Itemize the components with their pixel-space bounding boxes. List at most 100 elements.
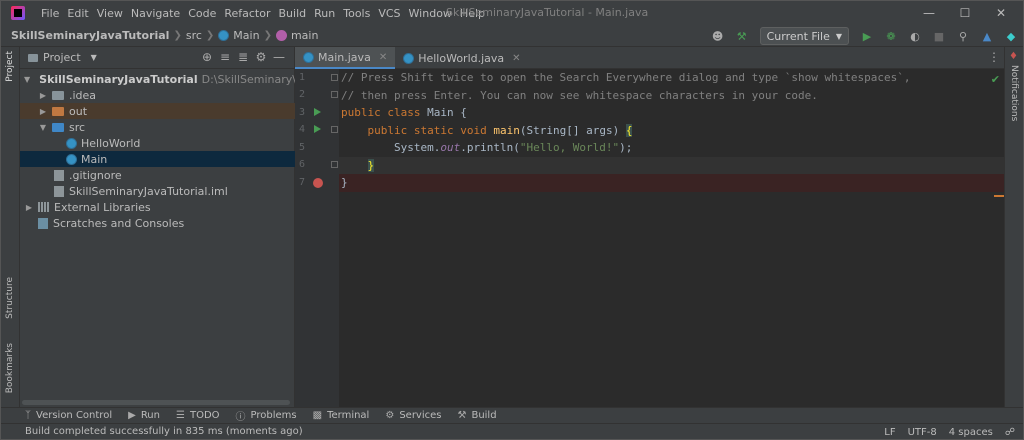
left-tool-stripe: Project Structure Bookmarks [1,47,20,407]
run-icon: ▶ [128,410,136,421]
project-tool-button[interactable]: Project [5,51,15,82]
close-icon[interactable]: ✕ [379,52,387,63]
code-token: System. [393,141,441,154]
static-field: out [440,141,461,154]
tree-item-root[interactable]: ▼ SkillSeminaryJavaTutorial D:\SkillSemi… [20,71,295,87]
breadcrumb-class[interactable]: Main [233,29,259,42]
breadcrumb-method[interactable]: main [291,29,318,42]
menu-vcs[interactable]: VCS [374,7,404,20]
matched-brace: } [367,158,375,172]
search-icon[interactable]: ⚲ [953,26,973,46]
version-control-tool-button[interactable]: ᛉ Version Control [25,410,112,421]
scratches-icon [38,217,48,229]
menu-view[interactable]: View [93,7,127,20]
run-configuration-select[interactable]: Current File ▼ [759,27,849,45]
status-message[interactable]: Build completed successfully in 835 ms (… [1,426,303,437]
fold-icon[interactable] [331,74,338,81]
tree-item-gitignore[interactable]: .gitignore [20,167,295,183]
menu-navigate[interactable]: Navigate [127,7,184,20]
problems-tool-button[interactable]: ⓘ Problems [236,408,297,423]
gear-icon[interactable]: ⚙ [252,50,270,64]
tree-item-iml[interactable]: SkillSeminaryJavaTutorial.iml [20,183,295,199]
comment-text: // Press Shift twice to open the Search … [341,71,911,84]
more-icon[interactable]: ⋮ [988,50,1000,64]
tree-item-src[interactable]: ▼ src [20,119,295,135]
structure-tool-button[interactable]: Structure [5,277,15,319]
window-title: SkillSeminaryJavaTutorial - Main.java [446,6,649,19]
tab-label: HelloWorld.java [418,51,505,65]
title-bar: File Edit View Navigate Code Refactor Bu… [1,1,1023,25]
tree-item-helloworld[interactable]: HelloWorld [20,135,295,151]
expand-all-icon[interactable]: ≡ [216,50,234,64]
menu-run[interactable]: Run [310,7,339,20]
code-token: ); [619,141,633,154]
services-tool-button[interactable]: ⚙ Services [385,410,441,421]
build-hammer-icon[interactable]: ⚒ [732,26,752,46]
inspection-ok-icon[interactable]: ✔ [991,73,1000,86]
line-separator-widget[interactable]: LF [884,427,895,438]
close-icon[interactable]: ✕ [512,53,520,64]
indent-widget[interactable]: 4 spaces [949,427,993,438]
tree-item-external-libraries[interactable]: ▶ External Libraries [20,199,295,215]
terminal-tool-button[interactable]: ▩ Terminal [313,410,370,421]
breadcrumb-project[interactable]: SkillSeminaryJavaTutorial [11,29,169,42]
notifications-tool-button[interactable]: Notifications [1009,65,1019,121]
stop-icon[interactable]: ■ [929,26,949,46]
horizontal-scrollbar[interactable] [20,399,295,407]
code-text-area[interactable]: // Press Shift twice to open the Search … [339,69,1006,407]
toolbox-icon[interactable]: ◆ [1001,26,1021,46]
class-icon [66,137,77,149]
run-gutter-icon[interactable] [314,108,321,116]
update-icon[interactable]: ▲ [977,26,997,46]
menu-file[interactable]: File [37,7,63,20]
tab-main-java[interactable]: Main.java ✕ [295,47,396,69]
run-icon[interactable]: ▶ [857,26,877,46]
user-icon[interactable]: ☻ [708,26,728,46]
tree-item-scratches[interactable]: Scratches and Consoles [20,215,295,231]
fold-icon[interactable] [331,91,338,98]
lock-icon[interactable]: ☍ [1005,427,1015,438]
menu-refactor[interactable]: Refactor [220,7,274,20]
run-config-label: Current File [766,29,830,43]
coverage-icon[interactable]: ◐ [905,26,925,46]
tab-helloworld-java[interactable]: HelloWorld.java ✕ [395,47,528,69]
class-name: Main { [427,106,467,119]
menu-edit[interactable]: Edit [63,7,92,20]
breadcrumb-src[interactable]: src [186,29,202,42]
bookmarks-tool-button[interactable]: Bookmarks [5,343,15,393]
close-window-button[interactable]: ✕ [983,1,1019,25]
tree-item-idea[interactable]: ▶ .idea [20,87,295,103]
chevron-right-icon: ▶ [25,202,33,212]
chevron-down-icon[interactable]: ▼ [91,53,97,62]
run-tool-button[interactable]: ▶ Run [128,410,160,421]
bell-icon[interactable]: ♦ [1009,51,1018,62]
code-line-3: public class Main { [339,104,1006,122]
encoding-widget[interactable]: UTF-8 [908,427,937,438]
locate-icon[interactable]: ⊕ [198,50,216,64]
tree-item-out[interactable]: ▶ out [20,103,295,119]
project-panel-title[interactable]: Project [43,51,81,64]
breakpoint-icon[interactable] [313,178,323,188]
menu-build[interactable]: Build [275,7,311,20]
fold-icon[interactable] [331,126,338,133]
intellij-logo-icon [11,6,25,20]
tree-label: External Libraries [54,200,151,214]
editor-gutter[interactable]: 1 2 3 4 5 6 7 [295,69,339,407]
minimize-button[interactable]: — [911,1,947,25]
fold-icon[interactable] [331,161,338,168]
line-number: 3 [299,107,306,118]
tree-item-main[interactable]: Main [20,151,295,167]
run-gutter-icon[interactable] [314,125,321,133]
menu-tools[interactable]: Tools [339,7,374,20]
todo-tool-button[interactable]: ☰ TODO [176,410,220,421]
project-panel-header: Project ▼ ⊕ ≡ ≣ ⚙ — [20,47,294,69]
collapse-all-icon[interactable]: ≣ [234,50,252,64]
build-tool-button[interactable]: ⚒ Build [457,410,496,421]
root-path: D:\SkillSeminary\Java\SkillSe [201,72,295,86]
hide-icon[interactable]: — [270,50,288,64]
maximize-button[interactable]: ☐ [947,1,983,25]
error-stripe-mark[interactable] [994,195,1004,197]
matched-brace: { [625,123,633,137]
debug-icon[interactable]: ❁ [881,26,901,46]
menu-code[interactable]: Code [184,7,220,20]
